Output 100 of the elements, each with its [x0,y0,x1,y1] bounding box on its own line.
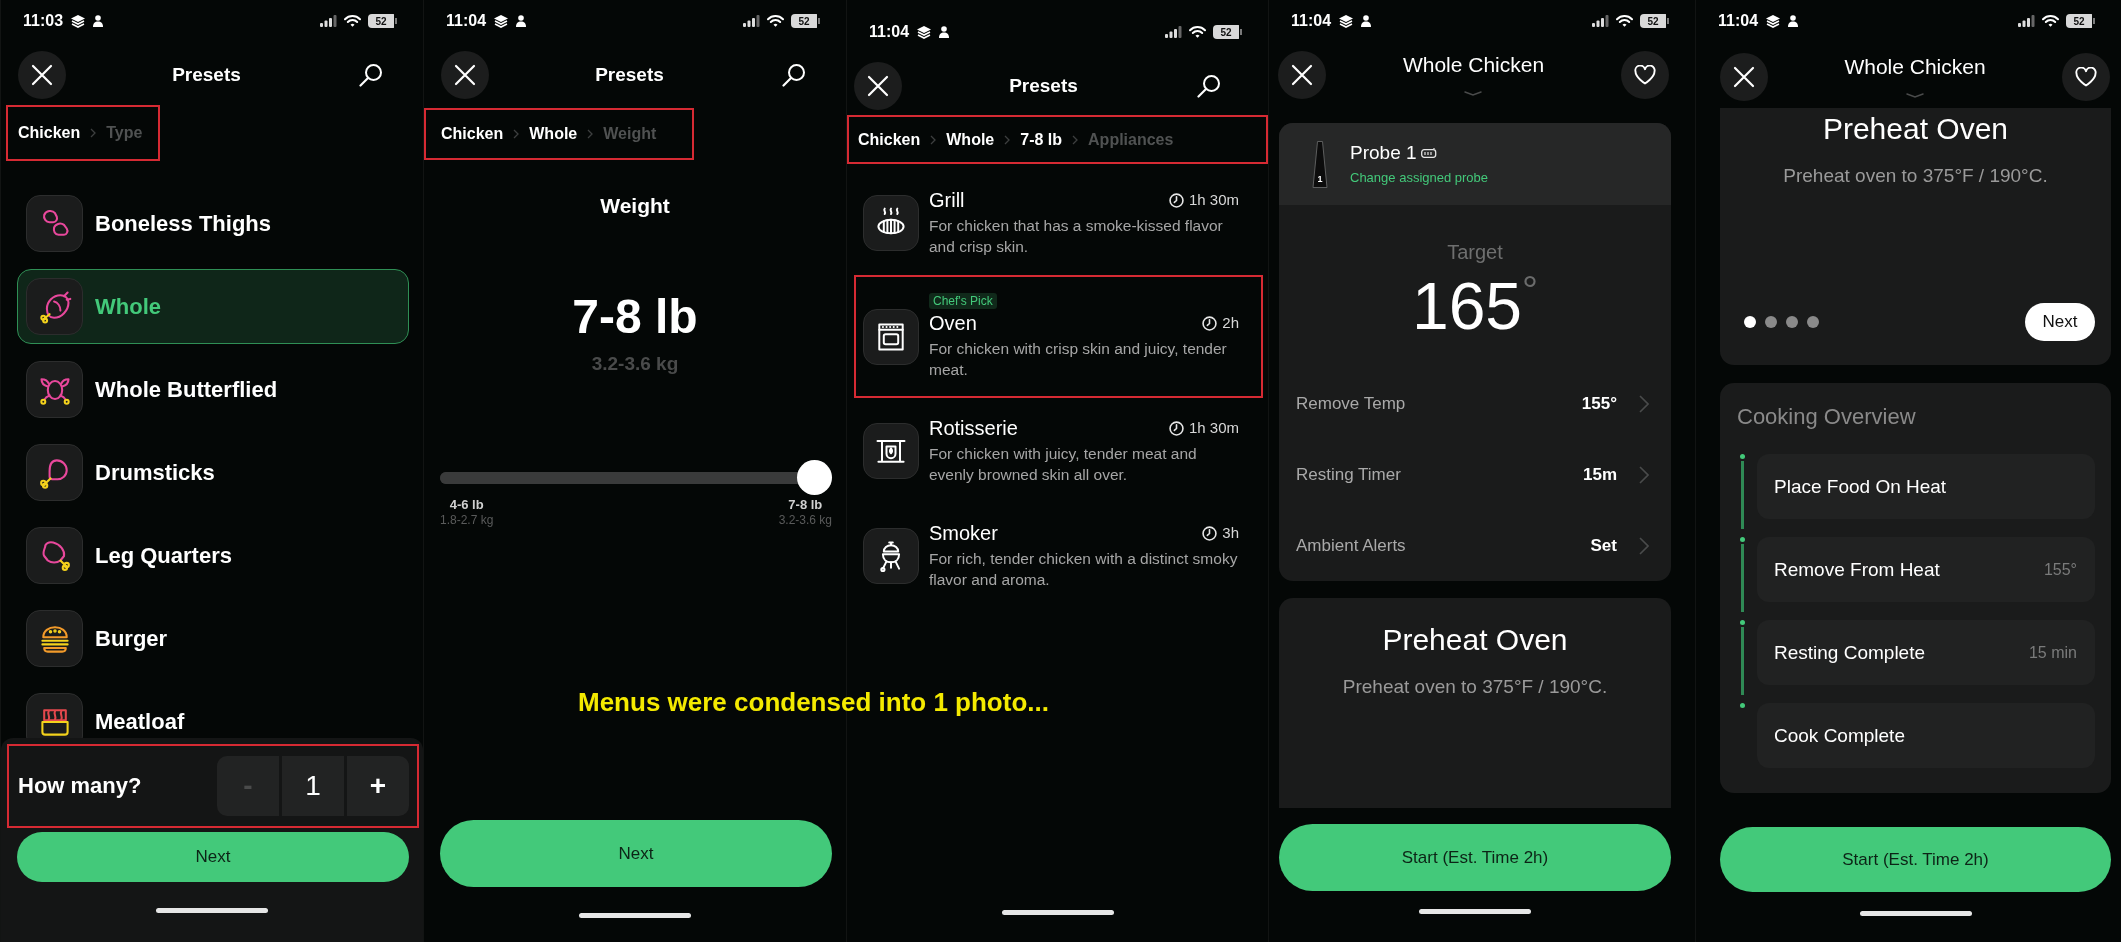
close-button[interactable] [1720,53,1768,101]
list-item[interactable]: Leg Quarters [17,518,409,593]
battery-icon [1420,148,1438,158]
probe-name: Probe 1 [1350,142,1417,164]
setting-label: Resting Timer [1296,464,1401,485]
range-min-metric: 1.8-2.7 kg [440,513,494,528]
search-icon[interactable] [1197,74,1221,98]
step-text: Preheat oven to 375°F / 190°C. [1783,164,2048,188]
list-item[interactable]: Whole [17,269,409,344]
close-button[interactable] [18,51,66,99]
breadcrumb-link[interactable]: Whole [529,124,578,144]
list-item[interactable]: Whole Butterflied [17,352,409,427]
signal-icon [1165,26,1182,38]
appliance-name: Smoker [929,521,998,545]
signal-icon [1592,15,1609,27]
favorite-button[interactable] [1621,51,1669,99]
weight-value: 7-8 lb [572,289,698,345]
stack-icon [1339,14,1354,28]
status-time: 11:04 [1718,12,1759,30]
weight-slider[interactable] [440,460,832,495]
search-icon[interactable] [782,63,806,87]
status-time: 11:03 [23,12,64,30]
appliance-option[interactable]: Chef's Pick Oven 2h For chicken with crisp skin and juicy, tender meat. [854,275,1263,398]
close-icon[interactable] [454,64,476,86]
chevron-right-icon [1004,134,1011,145]
next-button[interactable]: Next [440,820,832,887]
next-button[interactable]: Next [2025,303,2095,341]
list-item[interactable]: Boneless Thighs [17,186,409,261]
page-dot[interactable] [1786,316,1798,328]
search-icon[interactable] [359,63,383,87]
drumstick-icon [26,444,83,501]
status-time: 11:04 [869,23,910,41]
appliance-option[interactable]: Smoker 3h For rich, tender chicken with a distinct smoky flavor and aroma. [854,503,1263,608]
setting-value: 15m [1582,464,1617,485]
timeline-dot-icon [1740,454,1745,459]
step-label: Cook Complete [1774,724,1905,747]
timeline-line [1741,627,1744,695]
close-button[interactable] [854,62,902,110]
signal-icon [2018,15,2035,27]
appliance-option[interactable]: Rotisserie 1h 30m For chicken with juicy, tender meat and evenly browned skin all over. [854,398,1263,503]
battery-indicator: 52 [791,14,820,28]
page-dot[interactable] [1807,316,1819,328]
page-dot[interactable] [1765,316,1777,328]
breadcrumb-link[interactable]: Chicken [18,123,81,143]
burger-icon [26,610,83,667]
wifi-icon [767,15,784,27]
wifi-icon [1189,26,1206,38]
appliance-description: For chicken with juicy, tender meat and evenly browned skin all over. [929,444,1198,485]
setting-value: Set [1590,535,1617,556]
probe-icon [1312,140,1328,188]
close-button[interactable] [441,51,489,99]
step-label: Resting Complete [1774,641,1926,664]
roast-chicken-icon [26,278,83,335]
status-time: 11:04 [1291,12,1332,30]
heart-icon[interactable] [1634,65,1656,85]
start-button[interactable]: Start (Est. Time 2h) [1279,824,1671,891]
stack-icon [71,14,86,28]
chevron-right-icon [513,129,520,139]
increment-button[interactable]: + [347,756,409,816]
setting-label: Ambient Alerts [1296,535,1406,556]
chevron-right-icon [587,129,594,139]
stack-icon [1766,14,1781,28]
page-dot[interactable] [1744,316,1756,328]
appliance-name: Rotisserie [929,416,1018,440]
close-button[interactable] [1278,51,1326,99]
list-item[interactable]: Drumsticks [17,435,409,510]
appliance-option[interactable]: Grill 1h 30m For chicken that has a smoke-kissed flavor and crisp skin. [854,170,1263,275]
leg-quarter-icon [26,527,83,584]
close-icon[interactable] [31,64,53,86]
breadcrumb-link[interactable]: Chicken [441,124,504,144]
screen-title: Whole Chicken [1402,53,1545,77]
butterflied-chicken-icon [26,361,83,418]
target-temperature: 165 [1411,268,1523,344]
appliance-description: For chicken that has a smoke-kissed flavor and crisp skin. [929,216,1224,257]
list-item[interactable]: Burger [17,601,409,676]
wifi-icon [344,15,361,27]
next-button[interactable]: Next [17,832,409,882]
breadcrumb-link[interactable]: 7-8 lb [1020,129,1063,150]
favorite-button[interactable] [2062,53,2110,101]
battery-indicator: 52 [1640,14,1669,28]
timeline-line [1741,544,1744,612]
breadcrumb-link[interactable]: Whole [946,129,995,150]
range-max-label: 7-8 lb [788,497,823,513]
cook-time: 1h 30m [1188,420,1239,436]
step-detail: 15 min [2028,642,2077,663]
stack-icon [917,25,932,39]
weight-metric: 3.2-3.6 kg [591,352,679,376]
close-icon[interactable] [867,75,889,97]
slider-thumb[interactable] [797,460,832,495]
quantity-value: 1 [282,756,344,816]
change-probe-link[interactable]: Change assigned probe [1350,170,1489,186]
annotation-caption: Menus were condensed into 1 photo... [578,687,1049,717]
close-icon[interactable] [1733,66,1755,88]
timeline-dot-icon [1740,703,1745,708]
setting-label: Remove Temp [1296,393,1406,414]
close-icon[interactable] [1291,64,1313,86]
breadcrumb-link[interactable]: Chicken [858,129,921,150]
start-button[interactable]: Start (Est. Time 2h) [1720,827,2111,892]
cook-time: 1h 30m [1188,192,1239,208]
heart-icon[interactable] [2075,67,2097,87]
